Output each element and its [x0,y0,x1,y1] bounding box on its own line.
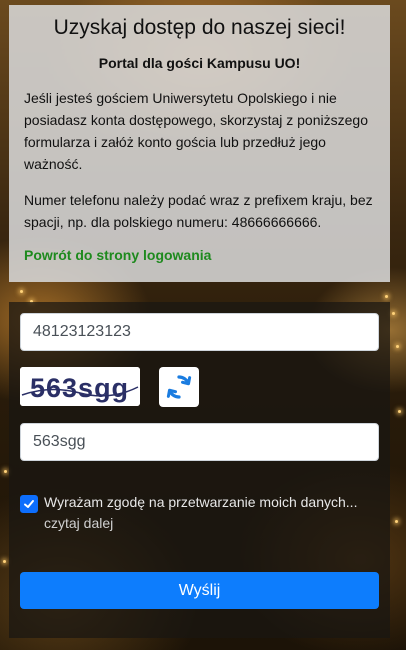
consent-group: Wyrażam zgodę na przetwarzanie moich dan… [20,492,375,534]
phone-input[interactable]: 48123123123 [20,313,379,351]
registration-form: 48123123123 563sgg 563sgg Wyrażam zgodę … [9,302,390,638]
refresh-icon [166,375,192,399]
captcha-text: 563sgg [30,373,129,403]
info-panel: Uzyskaj dostęp do naszej sieci! Portal d… [9,5,390,282]
captcha-refresh-button[interactable] [159,367,199,407]
captcha-input[interactable]: 563sgg [20,423,379,461]
consent-checkbox[interactable] [20,495,38,513]
check-icon [24,500,34,508]
consent-label: Wyrażam zgodę na przetwarzanie moich dan… [44,494,358,510]
captcha-image: 563sgg [20,367,140,406]
page-subtitle: Portal dla gości Kampusu UO! [98,55,301,71]
consent-read-more-link[interactable]: czytaj dalej [44,513,375,534]
phone-hint-paragraph: Numer telefonu należy podać wraz z prefi… [24,192,373,230]
back-to-login-link[interactable]: Powrót do strony logowania [24,247,211,263]
submit-button[interactable]: Wyślij [20,572,379,609]
intro-paragraph: Jeśli jesteś gościem Uniwersytetu Opolsk… [24,90,368,172]
page-title: Uzyskaj dostęp do naszej sieci! [53,16,346,39]
